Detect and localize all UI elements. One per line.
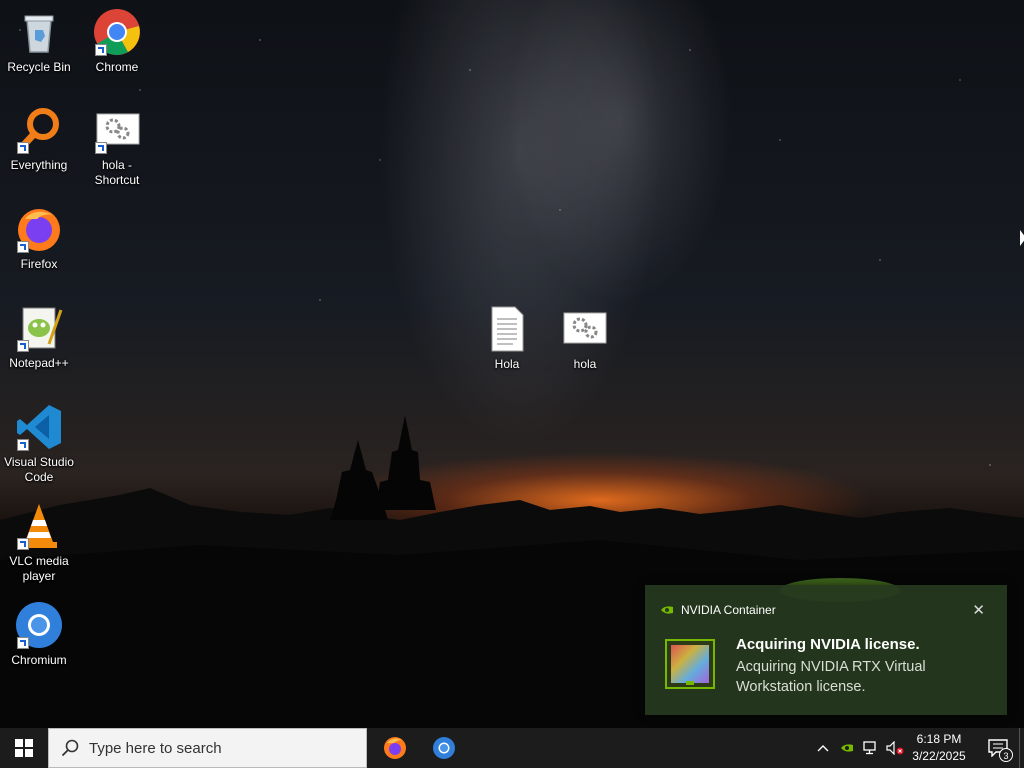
taskbar-app-chromium[interactable] (420, 728, 468, 768)
shortcut-arrow-icon (17, 340, 29, 352)
desktop-icon-vlc[interactable]: VLC media player (0, 502, 78, 584)
start-button[interactable] (0, 728, 48, 768)
show-desktop-button[interactable] (1019, 728, 1024, 768)
icon-label: hola - Shortcut (94, 158, 140, 187)
windows-logo-icon (15, 739, 33, 757)
taskbar-clock[interactable]: 6:18 PM 3/22/2025 (905, 731, 973, 765)
nvidia-icon (841, 744, 853, 752)
settings-file-icon (93, 106, 141, 154)
tray-nvidia[interactable] (836, 728, 858, 768)
show-hidden-icons-button[interactable] (812, 728, 834, 768)
clock-time: 6:18 PM (916, 732, 962, 746)
shortcut-arrow-icon (17, 142, 29, 154)
desktop-icon-notepadpp[interactable]: Notepad++ (0, 304, 78, 371)
icon-label: Chromium (11, 653, 67, 667)
icon-label: Recycle Bin (7, 60, 71, 74)
desktop-icon-hola-config[interactable]: hola (546, 305, 624, 372)
taskbar-search-box[interactable]: Type here to search (48, 728, 367, 768)
desktop-icon-everything[interactable]: Everything (0, 106, 78, 173)
icon-label: Notepad++ (9, 356, 69, 370)
nvidia-license-icon (665, 639, 715, 689)
tray-network[interactable] (860, 728, 882, 768)
shortcut-arrow-icon (95, 44, 107, 56)
desktop-icon-firefox[interactable]: Firefox (0, 205, 78, 272)
icon-label: Everything (10, 158, 68, 172)
nvidia-toast-notification[interactable]: NVIDIA Container ✕ Acquiring NVIDIA lice… (645, 585, 1007, 715)
chevron-up-icon (817, 745, 829, 752)
clock-date: 3/22/2025 (912, 749, 966, 763)
desktop-icon-hola-shortcut[interactable]: hola - Shortcut (78, 106, 156, 188)
vlc-icon (15, 502, 63, 550)
icon-label: hola (573, 357, 597, 371)
icon-label: Chrome (95, 60, 139, 74)
shortcut-arrow-icon (95, 142, 107, 154)
chromium-icon (433, 737, 455, 759)
icon-label: Hola (494, 357, 520, 371)
firefox-icon (15, 205, 63, 253)
mouse-cursor (1020, 230, 1024, 246)
desktop-icon-vscode[interactable]: Visual Studio Code (0, 403, 78, 485)
nvidia-icon (661, 606, 673, 614)
text-document-icon (483, 305, 531, 353)
toast-app-row: NVIDIA Container (661, 603, 776, 617)
toast-body: Acquiring NVIDIA RTX Virtual Workstation… (736, 659, 926, 695)
shortcut-arrow-icon (17, 439, 29, 451)
recycle-bin-icon (15, 8, 63, 56)
taskbar-app-firefox[interactable] (371, 728, 419, 768)
notification-count-badge: 3 (999, 748, 1013, 762)
settings-file-icon (561, 305, 609, 353)
icon-label: Firefox (20, 257, 58, 271)
icon-label: VLC media player (9, 554, 69, 583)
desktop-icon-chromium[interactable]: Chromium (0, 601, 78, 668)
icon-label: Visual Studio Code (4, 455, 74, 484)
toast-title: Acquiring NVIDIA license. (736, 636, 920, 653)
chrome-icon (93, 8, 141, 56)
firefox-icon (384, 737, 406, 759)
notepadpp-icon (15, 304, 63, 352)
everything-search-icon (15, 106, 63, 154)
network-icon (863, 741, 876, 755)
volume-muted-icon (886, 741, 904, 755)
chromium-icon (15, 601, 63, 649)
shortcut-arrow-icon (17, 538, 29, 550)
toast-app-name: NVIDIA Container (681, 603, 776, 617)
shortcut-arrow-icon (17, 241, 29, 253)
search-icon (61, 739, 79, 757)
desktop-icon-recycle-bin[interactable]: Recycle Bin (0, 8, 78, 75)
toast-close-button[interactable]: ✕ (972, 601, 985, 619)
desktop-icon-hola-text[interactable]: Hola (468, 305, 546, 372)
search-placeholder: Type here to search (89, 739, 222, 757)
vscode-icon (15, 403, 63, 451)
shortcut-arrow-icon (17, 637, 29, 649)
taskbar: Type here to search 6:18 PM 3/22/2025 3 (0, 728, 1024, 768)
action-center-button[interactable]: 3 (978, 728, 1018, 768)
tray-volume[interactable] (884, 728, 906, 768)
desktop-icon-chrome[interactable]: Chrome (78, 8, 156, 75)
